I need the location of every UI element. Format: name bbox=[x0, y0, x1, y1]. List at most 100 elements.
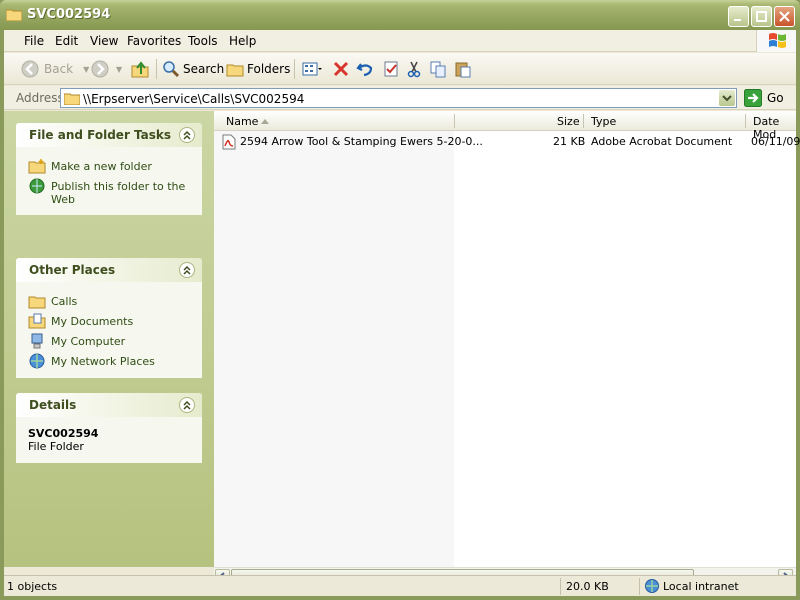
go-arrow-icon bbox=[744, 89, 762, 107]
file-folder-tasks-panel: File and Folder Tasks Make a new folder bbox=[16, 123, 202, 215]
network-places-icon bbox=[29, 353, 45, 369]
panel-title: Other Places bbox=[29, 263, 116, 277]
file-name: 2594 Arrow Tool & Stamping Ewers 5-20-0.… bbox=[240, 135, 483, 148]
panel-title: Details bbox=[29, 398, 77, 412]
undo-button[interactable] bbox=[356, 58, 374, 80]
place-my-computer[interactable]: My Computer bbox=[28, 333, 202, 349]
status-divider bbox=[560, 578, 561, 595]
folder-icon bbox=[6, 9, 22, 21]
go-button[interactable]: Go bbox=[744, 88, 784, 108]
menu-help[interactable]: Help bbox=[229, 34, 256, 48]
column-divider[interactable] bbox=[454, 114, 455, 128]
sort-ascending-icon bbox=[261, 119, 269, 124]
collapse-button[interactable] bbox=[179, 127, 195, 143]
address-dropdown-button[interactable] bbox=[719, 90, 735, 106]
copy-button[interactable] bbox=[429, 58, 447, 80]
address-label: Address bbox=[16, 91, 64, 105]
cut-button[interactable] bbox=[406, 58, 422, 80]
address-input[interactable]: \\Erpserver\Service\Calls\SVC002594 bbox=[60, 88, 737, 108]
menu-tools[interactable]: Tools bbox=[188, 34, 218, 48]
forward-arrow-icon bbox=[91, 60, 109, 78]
toolbar-separator bbox=[156, 59, 157, 79]
status-object-count: 1 objects bbox=[7, 580, 58, 593]
folder-icon bbox=[28, 296, 46, 309]
column-type[interactable]: Type bbox=[591, 115, 616, 128]
task-label: Make a new folder bbox=[51, 160, 152, 173]
column-divider[interactable] bbox=[745, 114, 746, 128]
copy-icon bbox=[430, 61, 446, 78]
column-name[interactable]: Name bbox=[226, 115, 258, 128]
file-date: 06/11/09 bbox=[751, 135, 800, 148]
place-calls[interactable]: Calls bbox=[28, 293, 202, 309]
chevron-up-icon bbox=[183, 400, 191, 410]
status-zone: Local intranet bbox=[663, 580, 739, 593]
window-title: SVC002594 bbox=[27, 7, 111, 22]
file-list[interactable]: Name Size Type Date Mod 2594 Arrow Tool … bbox=[214, 111, 800, 586]
panel-header[interactable]: Other Places bbox=[16, 258, 202, 282]
minimize-button[interactable] bbox=[728, 6, 749, 27]
search-button[interactable]: Search bbox=[162, 58, 224, 80]
toolbar-separator bbox=[294, 59, 295, 79]
properties-button[interactable] bbox=[382, 58, 400, 80]
title-bar[interactable]: SVC002594 bbox=[0, 0, 800, 30]
minimize-icon bbox=[734, 19, 741, 21]
undo-icon bbox=[356, 63, 373, 77]
other-places-panel: Other Places Calls My Documents My Compu… bbox=[16, 258, 202, 378]
publish-web-icon bbox=[29, 178, 45, 194]
up-folder-button[interactable] bbox=[130, 58, 150, 80]
menu-bar: File Edit View Favorites Tools Help bbox=[4, 30, 796, 52]
forward-button[interactable]: ▼ bbox=[90, 58, 122, 80]
place-my-network-places[interactable]: My Network Places bbox=[28, 353, 202, 369]
chevron-down-icon bbox=[722, 95, 732, 102]
back-arrow-icon bbox=[21, 60, 39, 78]
task-label: Publish this folder to the Web bbox=[51, 180, 186, 206]
back-dropdown-icon[interactable]: ▼ bbox=[83, 65, 89, 74]
cut-icon bbox=[407, 61, 421, 78]
place-label: My Documents bbox=[51, 315, 134, 328]
close-icon bbox=[779, 11, 790, 22]
menu-file[interactable]: File bbox=[24, 34, 44, 48]
menu-edit[interactable]: Edit bbox=[55, 34, 78, 48]
table-row[interactable]: 2594 Arrow Tool & Stamping Ewers 5-20-0.… bbox=[214, 133, 800, 151]
menu-view[interactable]: View bbox=[90, 34, 118, 48]
close-button[interactable] bbox=[774, 6, 795, 27]
search-icon bbox=[163, 61, 180, 78]
forward-dropdown-icon[interactable]: ▼ bbox=[116, 65, 122, 74]
details-panel: Details SVC002594 File Folder bbox=[16, 393, 202, 463]
status-size: 20.0 KB bbox=[566, 580, 609, 593]
collapse-button[interactable] bbox=[179, 397, 195, 413]
menu-favorites[interactable]: Favorites bbox=[127, 34, 181, 48]
maximize-button[interactable] bbox=[751, 6, 772, 27]
views-button[interactable] bbox=[302, 58, 322, 80]
column-divider[interactable] bbox=[583, 114, 584, 128]
task-make-new-folder[interactable]: Make a new folder bbox=[28, 158, 202, 174]
delete-button[interactable] bbox=[332, 58, 350, 80]
sorted-column-highlight bbox=[214, 131, 454, 567]
pdf-file-icon bbox=[222, 134, 236, 150]
panel-header[interactable]: File and Folder Tasks bbox=[16, 123, 202, 147]
my-computer-icon bbox=[31, 333, 43, 349]
back-button[interactable]: Back ▼ bbox=[20, 58, 89, 80]
paste-button[interactable] bbox=[454, 58, 472, 80]
column-size[interactable]: Size bbox=[557, 115, 580, 128]
my-documents-icon bbox=[28, 313, 46, 329]
go-label: Go bbox=[767, 91, 784, 105]
up-folder-icon bbox=[131, 61, 149, 78]
collapse-button[interactable] bbox=[179, 262, 195, 278]
place-label: Calls bbox=[51, 295, 78, 308]
folders-label: Folders bbox=[247, 62, 291, 76]
folders-button[interactable]: Folders bbox=[226, 58, 290, 80]
place-my-documents[interactable]: My Documents bbox=[28, 313, 202, 329]
panel-header[interactable]: Details bbox=[16, 393, 202, 417]
status-bar: 1 objects 20.0 KB Local intranet bbox=[4, 575, 796, 596]
new-folder-icon bbox=[28, 159, 46, 174]
views-icon bbox=[302, 62, 322, 76]
properties-icon bbox=[384, 61, 398, 77]
task-publish-to-web[interactable]: Publish this folder to the Web bbox=[28, 178, 202, 206]
place-label: My Computer bbox=[51, 335, 126, 348]
chevron-up-icon bbox=[183, 130, 191, 140]
search-label: Search bbox=[183, 62, 225, 76]
address-value: \\Erpserver\Service\Calls\SVC002594 bbox=[83, 92, 305, 106]
chevron-up-icon bbox=[183, 265, 191, 275]
task-pane: File and Folder Tasks Make a new folder bbox=[4, 111, 214, 567]
